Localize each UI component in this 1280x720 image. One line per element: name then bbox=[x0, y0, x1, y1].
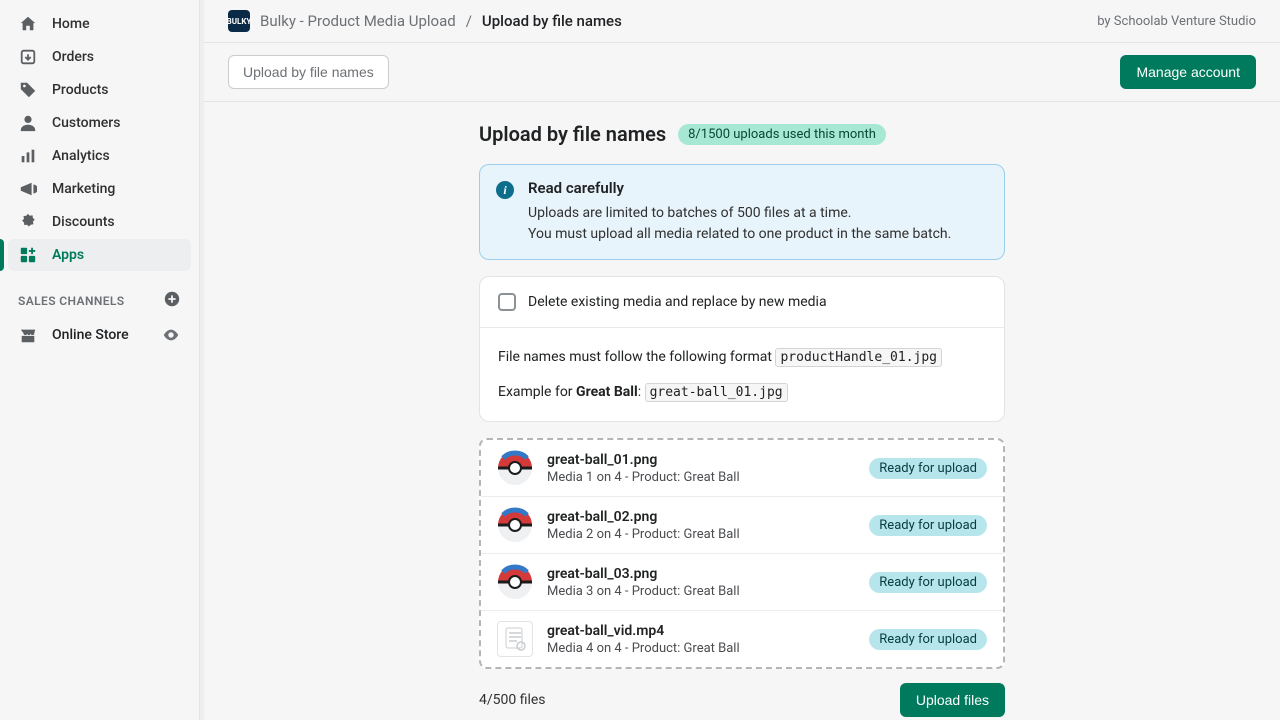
sidebar-item-label: Orders bbox=[52, 49, 94, 65]
file-thumbnail-icon bbox=[497, 564, 533, 600]
file-meta: Media 1 on 4 - Product: Great Ball bbox=[547, 470, 855, 485]
sidebar-item-label: Online Store bbox=[52, 327, 129, 343]
discount-icon bbox=[18, 212, 38, 232]
add-circle-icon[interactable] bbox=[163, 290, 181, 311]
orders-icon bbox=[18, 47, 38, 67]
breadcrumb-separator: / bbox=[466, 12, 472, 30]
analytics-icon bbox=[18, 146, 38, 166]
sidebar-item-label: Analytics bbox=[52, 148, 110, 164]
example-code: great-ball_01.jpg bbox=[645, 383, 788, 402]
apps-icon bbox=[18, 245, 38, 265]
replace-media-label: Delete existing media and replace by new… bbox=[528, 294, 827, 310]
sidebar-item-label: Products bbox=[52, 82, 109, 98]
example-colon: : bbox=[638, 384, 645, 400]
file-name: great-ball_vid.mp4 bbox=[547, 623, 855, 639]
sidebar: Home Orders Products Customers Analytics bbox=[0, 0, 200, 720]
file-row: great-ball_03.png Media 3 on 4 - Product… bbox=[481, 553, 1003, 610]
file-thumbnail-icon bbox=[497, 621, 533, 657]
manage-account-button[interactable]: Manage account bbox=[1120, 55, 1256, 89]
file-name: great-ball_03.png bbox=[547, 566, 855, 582]
breadcrumb: BULKY Bulky - Product Media Upload / Upl… bbox=[228, 10, 622, 32]
sidebar-item-orders[interactable]: Orders bbox=[8, 41, 191, 73]
sidebar-item-label: Discounts bbox=[52, 214, 115, 230]
info-line: You must upload all media related to one… bbox=[528, 224, 951, 245]
page-title: Upload by file names bbox=[479, 122, 666, 146]
breadcrumb-current: Upload by file names bbox=[482, 12, 622, 30]
example-product: Great Ball bbox=[576, 384, 638, 400]
file-meta: Media 2 on 4 - Product: Great Ball bbox=[547, 527, 855, 542]
sidebar-item-label: Apps bbox=[52, 247, 84, 263]
file-name: great-ball_02.png bbox=[547, 509, 855, 525]
megaphone-icon bbox=[18, 179, 38, 199]
file-status-badge: Ready for upload bbox=[869, 458, 987, 479]
file-meta: Media 4 on 4 - Product: Great Ball bbox=[547, 641, 855, 656]
file-meta: Media 3 on 4 - Product: Great Ball bbox=[547, 584, 855, 599]
main-content: BULKY Bulky - Product Media Upload / Upl… bbox=[200, 0, 1280, 720]
info-icon: i bbox=[496, 181, 514, 199]
sidebar-item-discounts[interactable]: Discounts bbox=[8, 206, 191, 238]
file-name: great-ball_01.png bbox=[547, 452, 855, 468]
sidebar-item-customers[interactable]: Customers bbox=[8, 107, 191, 139]
file-status-badge: Ready for upload bbox=[869, 629, 987, 650]
upload-files-button[interactable]: Upload files bbox=[900, 683, 1005, 717]
sidebar-item-label: Marketing bbox=[52, 181, 115, 197]
toolbar: Upload by file names Manage account bbox=[204, 43, 1280, 102]
eye-icon[interactable] bbox=[161, 325, 181, 345]
file-row: great-ball_vid.mp4 Media 4 on 4 - Produc… bbox=[481, 610, 1003, 667]
file-status-badge: Ready for upload bbox=[869, 515, 987, 536]
breadcrumb-app[interactable]: Bulky - Product Media Upload bbox=[260, 12, 456, 30]
format-help: File names must follow the following for… bbox=[480, 327, 1004, 421]
sidebar-section-label: SALES CHANNELS bbox=[18, 294, 125, 308]
replace-media-checkbox[interactable] bbox=[498, 293, 516, 311]
file-row: great-ball_02.png Media 2 on 4 - Product… bbox=[481, 496, 1003, 553]
file-thumbnail-icon bbox=[497, 507, 533, 543]
sidebar-section-sales-channels: SALES CHANNELS bbox=[8, 272, 191, 319]
file-row: great-ball_01.png Media 1 on 4 - Product… bbox=[481, 440, 1003, 496]
home-icon bbox=[18, 14, 38, 34]
person-icon bbox=[18, 113, 38, 133]
upload-by-filenames-tab[interactable]: Upload by file names bbox=[228, 55, 389, 89]
file-thumbnail-icon bbox=[497, 450, 533, 486]
store-icon bbox=[18, 325, 38, 345]
info-line: Uploads are limited to batches of 500 fi… bbox=[528, 203, 951, 224]
files-count: 4/500 files bbox=[479, 692, 546, 708]
info-banner: i Read carefully Uploads are limited to … bbox=[479, 164, 1005, 260]
file-status-badge: Ready for upload bbox=[869, 572, 987, 593]
sidebar-item-apps[interactable]: Apps bbox=[8, 239, 191, 271]
app-header: BULKY Bulky - Product Media Upload / Upl… bbox=[204, 0, 1280, 43]
app-logo-icon: BULKY bbox=[228, 10, 250, 32]
format-code: productHandle_01.jpg bbox=[775, 348, 942, 367]
app-byline: by Schoolab Venture Studio bbox=[1097, 14, 1256, 29]
tag-icon bbox=[18, 80, 38, 100]
sidebar-item-label: Customers bbox=[52, 115, 120, 131]
file-drop-zone[interactable]: great-ball_01.png Media 1 on 4 - Product… bbox=[479, 438, 1005, 669]
sidebar-item-analytics[interactable]: Analytics bbox=[8, 140, 191, 172]
sidebar-item-home[interactable]: Home bbox=[8, 8, 191, 40]
sidebar-item-label: Home bbox=[52, 16, 90, 32]
sidebar-item-marketing[interactable]: Marketing bbox=[8, 173, 191, 205]
format-text: File names must follow the following for… bbox=[498, 349, 775, 365]
example-prefix: Example for bbox=[498, 384, 576, 400]
info-title: Read carefully bbox=[528, 179, 951, 197]
usage-badge: 8/1500 uploads used this month bbox=[678, 124, 886, 145]
sidebar-item-products[interactable]: Products bbox=[8, 74, 191, 106]
sidebar-item-online-store[interactable]: Online Store bbox=[8, 319, 191, 351]
